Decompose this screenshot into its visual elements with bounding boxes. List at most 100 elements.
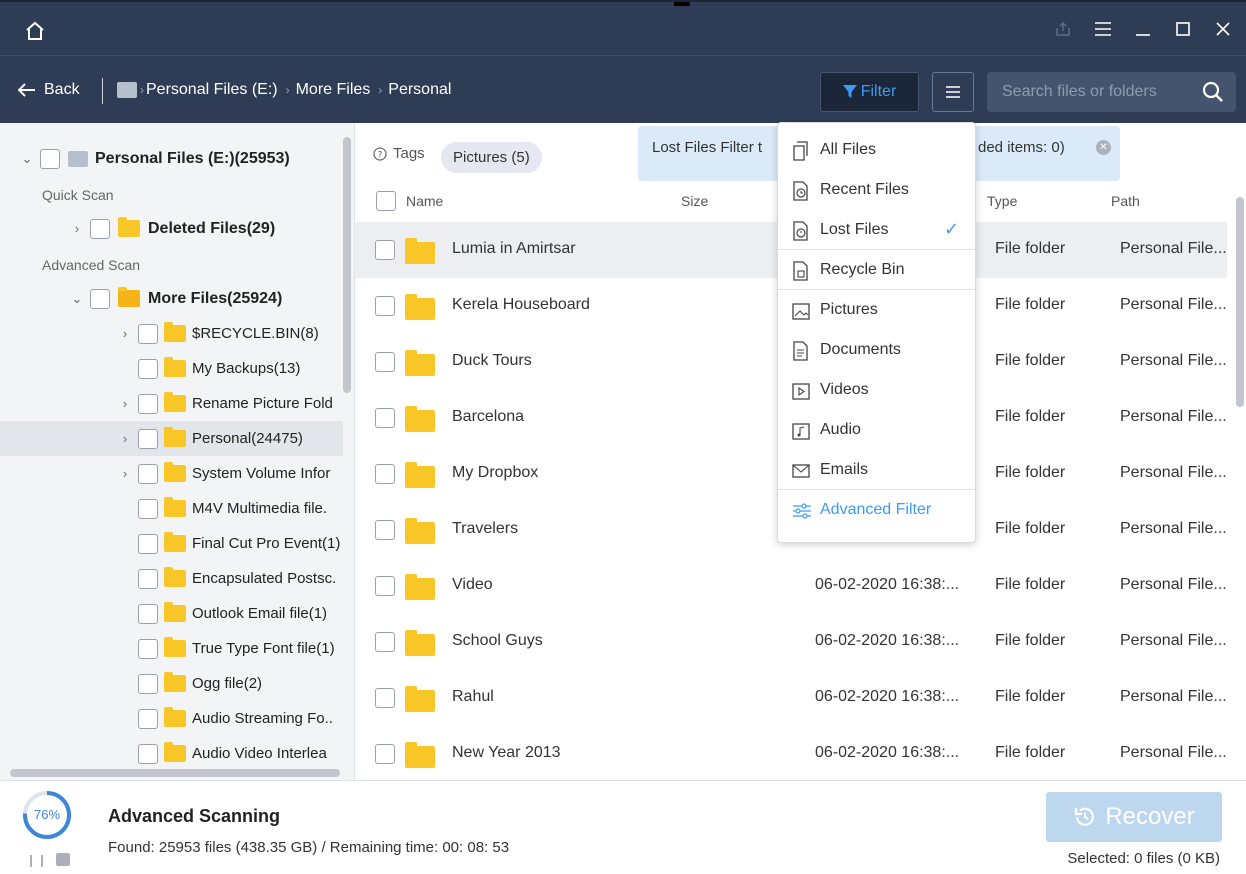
checkbox[interactable] (375, 688, 395, 708)
scan-status-title: Advanced Scanning (108, 806, 281, 826)
breadcrumb-item[interactable]: More Files (296, 81, 371, 99)
chevron-right-icon[interactable]: › (118, 466, 132, 481)
view-menu-button[interactable] (932, 72, 974, 112)
pause-icon[interactable]: ❙❙ (26, 853, 48, 867)
select-all-checkbox[interactable] (376, 191, 396, 211)
column-header-name[interactable]: Name (406, 193, 443, 209)
tree-vertical-scrollbar[interactable] (343, 137, 351, 393)
filter-item-pictures[interactable]: Pictures (778, 290, 975, 330)
filter-item-videos[interactable]: Videos (778, 370, 975, 410)
table-row[interactable]: Rahul 06-02-2020 16:38:... File folder P… (355, 670, 1227, 726)
checkbox[interactable] (138, 498, 158, 519)
checkbox[interactable] (375, 520, 395, 540)
row-path: Personal File... (1120, 296, 1227, 313)
tree-root-label: Personal Files (E:)(25953) (95, 149, 290, 167)
checkbox[interactable] (138, 708, 158, 729)
stop-icon[interactable] (56, 853, 70, 866)
tree-item-selected[interactable]: › Personal(24475) (0, 421, 343, 456)
tag-chip-pictures[interactable]: Pictures (5) (441, 142, 542, 173)
filter-item-advanced-filter[interactable]: Advanced Filter (778, 490, 975, 530)
checkmark-icon: ✓ (944, 219, 960, 239)
checkbox[interactable] (375, 632, 395, 652)
checkbox[interactable] (375, 296, 395, 316)
tree-root[interactable]: ⌄ Personal Files (E:)(25953) (20, 141, 290, 176)
maximize-icon[interactable] (1174, 20, 1192, 38)
filter-item-recycle-bin[interactable]: Recycle Bin (778, 250, 975, 290)
home-icon[interactable] (24, 20, 46, 46)
tree-item[interactable]: › Rename Picture Fold (118, 386, 333, 421)
tree-item[interactable]: M4V Multimedia file. (138, 491, 327, 526)
tree-item[interactable]: › System Volume Infor (118, 456, 330, 491)
checkbox[interactable] (138, 568, 158, 589)
chevron-right-icon[interactable]: › (118, 326, 132, 341)
breadcrumb-item[interactable]: Personal Files (E:) (146, 81, 278, 99)
tree-item[interactable]: › $RECYCLE.BIN(8) (118, 316, 319, 351)
column-header-type[interactable]: Type (987, 193, 1017, 209)
search-icon[interactable] (1202, 81, 1224, 107)
chevron-down-icon[interactable]: ⌄ (70, 291, 84, 307)
minimize-icon[interactable] (1134, 20, 1152, 38)
close-icon[interactable]: ✕ (1096, 140, 1111, 155)
all-files-icon (793, 141, 808, 161)
recover-button[interactable]: Recover (1046, 792, 1222, 842)
tree-item[interactable]: Ogg file(2) (138, 666, 262, 701)
filter-item-audio[interactable]: Audio (778, 410, 975, 450)
table-row[interactable]: New Year 2013 06-02-2020 16:38:... File … (355, 726, 1227, 780)
checkbox[interactable] (375, 576, 395, 596)
checkbox[interactable] (375, 744, 395, 764)
folder-icon (164, 357, 186, 377)
menu-icon[interactable] (1094, 20, 1112, 38)
checkbox[interactable] (90, 218, 110, 239)
filter-item-recent-files[interactable]: Recent Files (778, 170, 975, 210)
tree-item-more-files[interactable]: ⌄ More Files(25924) (70, 281, 282, 316)
tree-item[interactable]: Audio Video Interlea (138, 736, 327, 771)
chevron-right-icon: › (140, 83, 144, 97)
checkbox[interactable] (375, 408, 395, 428)
checkbox[interactable] (138, 673, 158, 694)
checkbox[interactable] (138, 743, 158, 764)
chevron-down-icon[interactable]: ⌄ (20, 151, 34, 167)
breadcrumb-item[interactable]: Personal (388, 81, 451, 99)
banner-text: Lost Files Filter t (652, 139, 763, 156)
tree-item[interactable]: Audio Streaming Fo.. (138, 701, 333, 736)
list-vertical-scrollbar[interactable] (1236, 197, 1244, 407)
tree-horizontal-scrollbar[interactable] (10, 769, 340, 777)
filter-item-all-files[interactable]: All Files (778, 130, 975, 170)
chevron-right-icon[interactable]: › (118, 396, 132, 411)
folder-icon (164, 532, 186, 552)
checkbox[interactable] (138, 393, 158, 414)
filter-item-emails[interactable]: Emails (778, 450, 975, 490)
checkbox[interactable] (375, 352, 395, 372)
search-input[interactable] (987, 72, 1187, 112)
checkbox[interactable] (90, 288, 110, 309)
tree-item[interactable]: Outlook Email file(1) (138, 596, 327, 631)
tree-item[interactable]: My Backups(13) (138, 351, 300, 386)
checkbox[interactable] (375, 240, 395, 260)
filter-button[interactable]: Filter (820, 72, 919, 112)
filter-item-documents[interactable]: Documents (778, 330, 975, 370)
column-header-path[interactable]: Path (1111, 193, 1140, 209)
column-header-size[interactable]: Size (681, 193, 708, 209)
tree-item[interactable]: Encapsulated Postsc. (138, 561, 336, 596)
tags-label: Tags (393, 145, 425, 162)
checkbox[interactable] (138, 533, 158, 554)
back-button[interactable]: Back (18, 81, 80, 99)
checkbox[interactable] (138, 638, 158, 659)
checkbox[interactable] (138, 323, 158, 344)
checkbox[interactable] (138, 463, 158, 484)
checkbox[interactable] (138, 358, 158, 379)
filter-item-lost-files[interactable]: Lost Files ✓ (778, 210, 975, 250)
chevron-right-icon[interactable]: › (70, 221, 84, 236)
checkbox[interactable] (375, 464, 395, 484)
table-row[interactable]: Video 06-02-2020 16:38:... File folder P… (355, 558, 1227, 614)
tree-item[interactable]: Final Cut Pro Event(1) (138, 526, 340, 561)
export-icon[interactable] (1054, 20, 1072, 38)
checkbox[interactable] (40, 148, 60, 169)
checkbox[interactable] (138, 603, 158, 624)
chevron-right-icon[interactable]: › (118, 431, 132, 446)
tree-item-deleted[interactable]: › Deleted Files(29) (70, 211, 275, 246)
tree-item[interactable]: True Type Font file(1) (138, 631, 335, 666)
close-icon[interactable] (1214, 20, 1232, 38)
checkbox[interactable] (138, 428, 158, 449)
table-row[interactable]: School Guys 06-02-2020 16:38:... File fo… (355, 614, 1227, 670)
